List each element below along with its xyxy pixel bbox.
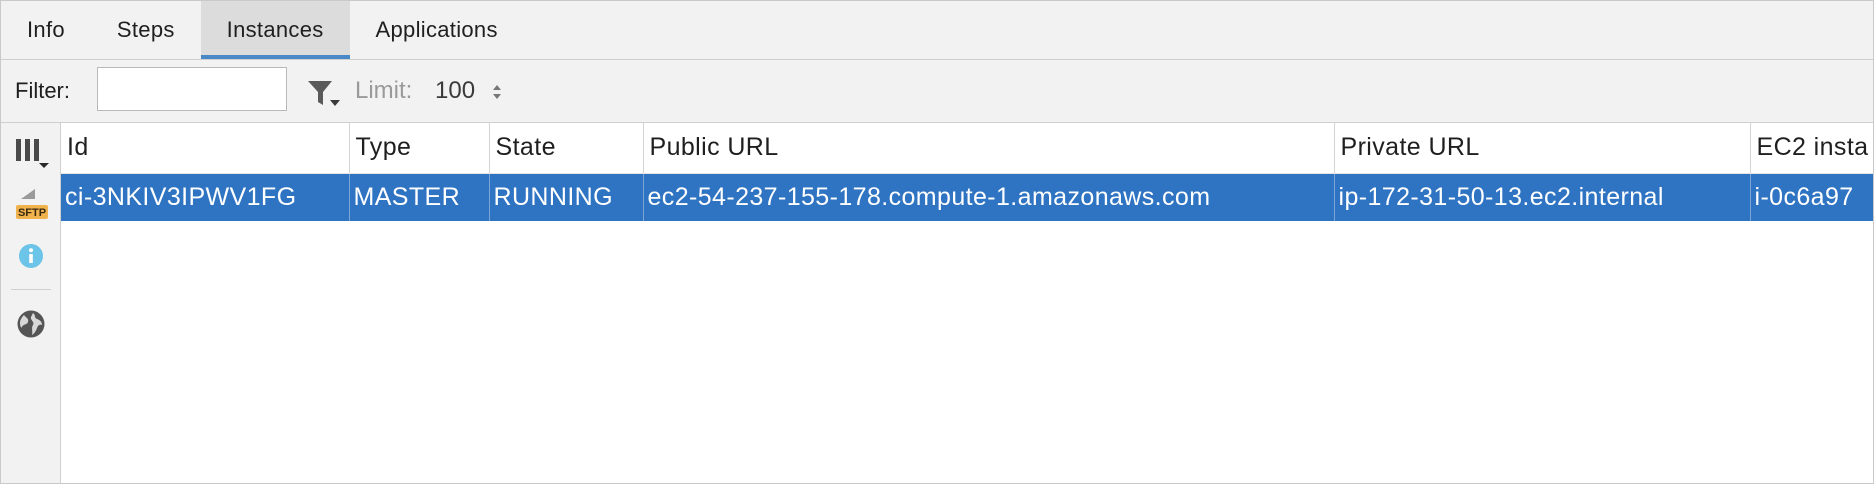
cell-private-url: ip-172-31-50-13.ec2.internal [1334, 173, 1751, 221]
column-header-state[interactable]: State [489, 123, 644, 174]
window-frame: Info Steps Instances Applications Filter… [0, 0, 1874, 484]
column-header-private-url[interactable]: Private URL [1334, 123, 1751, 174]
cell-ec2-instance: i-0c6a97 [1750, 173, 1873, 221]
column-header-public-url[interactable]: Public URL [643, 123, 1335, 174]
column-header-id[interactable]: Id [61, 123, 350, 174]
filter-input[interactable] [97, 67, 287, 111]
globe-icon[interactable] [16, 309, 46, 339]
cell-state: RUNNING [489, 173, 644, 221]
tab-steps[interactable]: Steps [91, 1, 201, 59]
sftp-label: SFTP [18, 207, 46, 219]
side-toolbar: SFTP [1, 123, 61, 483]
tab-info[interactable]: Info [1, 1, 91, 59]
tab-label: Info [27, 17, 65, 42]
columns-icon[interactable] [15, 137, 49, 169]
sftp-icon[interactable]: SFTP [15, 185, 49, 221]
filter-toolbar: Filter: Limit: 100 [1, 60, 1873, 123]
cell-type: MASTER [349, 173, 490, 221]
cell-public-url: ec2-54-237-155-178.compute-1.amazonaws.c… [643, 173, 1335, 221]
tab-label: Applications [375, 17, 498, 42]
filter-funnel-icon[interactable] [307, 78, 343, 108]
tab-instances[interactable]: Instances [200, 1, 350, 59]
tab-applications[interactable]: Applications [350, 1, 524, 59]
tab-label: Steps [116, 17, 175, 42]
instances-table: Id Type State Public URL Private URL EC2… [61, 123, 1873, 483]
filter-label: Filter: [15, 78, 70, 103]
table-header-row: Id Type State Public URL Private URL EC2… [61, 123, 1873, 174]
column-header-type[interactable]: Type [349, 123, 490, 174]
info-icon[interactable] [18, 243, 44, 269]
limit-spinner-icon[interactable] [491, 82, 503, 102]
limit-value[interactable]: 100 [435, 77, 475, 105]
side-separator [11, 289, 51, 290]
column-header-ec2-instance[interactable]: EC2 insta [1750, 123, 1873, 174]
limit-label: Limit: [355, 77, 413, 104]
tab-bar: Info Steps Instances Applications [1, 1, 1873, 60]
tab-label: Instances [226, 17, 324, 42]
cell-id: ci-3NKIV3IPWV1FG [61, 173, 350, 221]
table-row[interactable]: ci-3NKIV3IPWV1FG MASTER RUNNING ec2-54-2… [61, 173, 1873, 221]
